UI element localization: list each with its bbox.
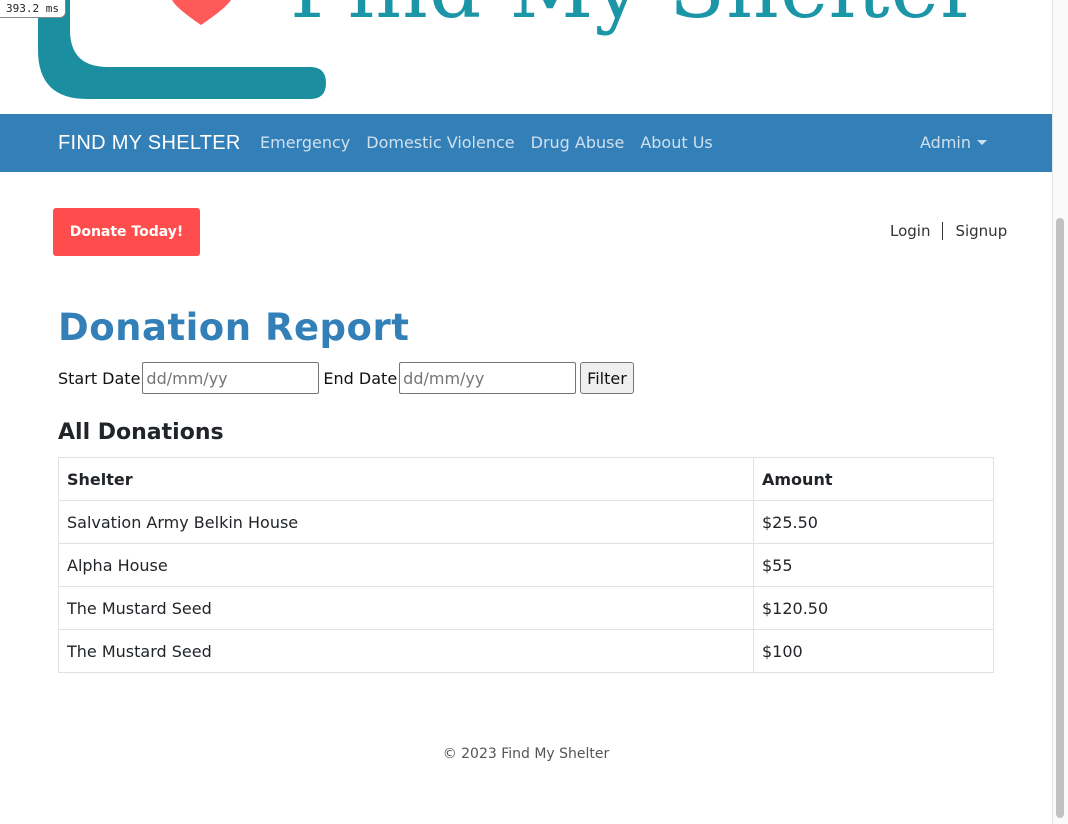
column-header-amount: Amount bbox=[753, 457, 994, 501]
filter-button[interactable]: Filter bbox=[580, 362, 634, 394]
navbar-brand[interactable]: FIND MY SHELTER bbox=[58, 114, 241, 172]
nav-links: Emergency Domestic Violence Drug Abuse A… bbox=[252, 114, 721, 172]
shelter-cell: Salvation Army Belkin House bbox=[58, 500, 754, 544]
end-date-input[interactable] bbox=[399, 362, 577, 394]
auth-links: Login Signup bbox=[890, 222, 1007, 240]
amount-cell: $120.50 bbox=[753, 586, 994, 630]
admin-label: Admin bbox=[920, 133, 971, 152]
caret-down-icon bbox=[977, 140, 987, 145]
start-date-label: Start Date bbox=[58, 368, 141, 388]
date-filter-form: Start Date End Date Filter bbox=[58, 362, 634, 394]
logo-banner[interactable]: Find My Shelter bbox=[0, 0, 1052, 114]
end-date-label: End Date bbox=[323, 368, 398, 388]
scrollbar-thumb[interactable] bbox=[1056, 218, 1064, 818]
shelter-cell: Alpha House bbox=[58, 543, 754, 587]
signup-link[interactable]: Signup bbox=[955, 222, 1007, 240]
nav-link-emergency[interactable]: Emergency bbox=[252, 114, 358, 172]
section-title: All Donations bbox=[58, 420, 224, 445]
amount-cell: $100 bbox=[753, 629, 994, 673]
admin-dropdown[interactable]: Admin bbox=[920, 114, 987, 172]
table-row: The Mustard Seed $120.50 bbox=[58, 586, 994, 630]
table-row: Salvation Army Belkin House $25.50 bbox=[58, 500, 994, 544]
start-date-input[interactable] bbox=[142, 362, 320, 394]
amount-cell: $25.50 bbox=[753, 500, 994, 544]
table-row: The Mustard Seed $100 bbox=[58, 629, 994, 673]
nav-link-about-us[interactable]: About Us bbox=[632, 114, 720, 172]
navbar: FIND MY SHELTER Emergency Domestic Viole… bbox=[0, 114, 1052, 172]
logo-text: Find My Shelter bbox=[290, 0, 980, 37]
table-row: Alpha House $55 bbox=[58, 543, 994, 587]
amount-cell: $55 bbox=[753, 543, 994, 587]
page-title: Donation Report bbox=[58, 306, 410, 349]
donations-table: Shelter Amount Salvation Army Belkin Hou… bbox=[58, 457, 994, 673]
login-link[interactable]: Login bbox=[890, 222, 930, 240]
nav-link-domestic-violence[interactable]: Domestic Violence bbox=[358, 114, 522, 172]
shelter-cell: The Mustard Seed bbox=[58, 586, 754, 630]
auth-divider bbox=[942, 222, 944, 240]
donate-button[interactable]: Donate Today! bbox=[53, 208, 200, 256]
column-header-shelter: Shelter bbox=[58, 457, 754, 501]
table-header-row: Shelter Amount bbox=[58, 457, 994, 501]
shelter-cell: The Mustard Seed bbox=[58, 629, 754, 673]
nav-link-drug-abuse[interactable]: Drug Abuse bbox=[523, 114, 633, 172]
page: Find My Shelter 393.2 ms FIND MY SHELTER… bbox=[0, 0, 1052, 824]
footer-copyright: © 2023 Find My Shelter bbox=[442, 746, 610, 762]
timing-badge: 393.2 ms bbox=[0, 0, 66, 18]
heart-icon bbox=[172, 0, 231, 25]
